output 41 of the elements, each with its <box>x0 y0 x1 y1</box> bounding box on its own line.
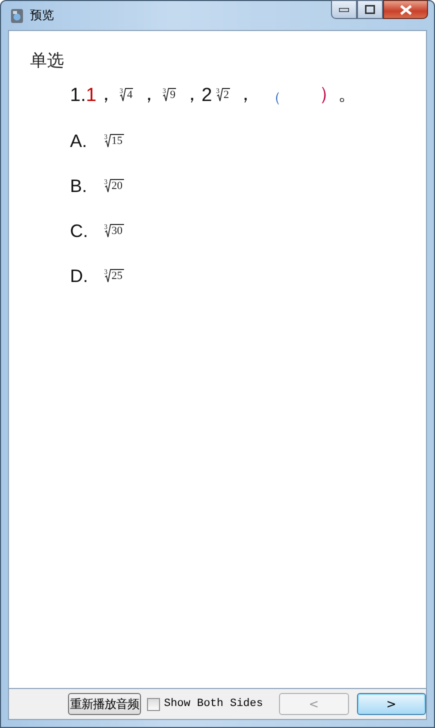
radicand: 9 <box>168 88 176 101</box>
radical-sign-icon <box>104 179 110 193</box>
question-text: ） <box>319 83 338 107</box>
app-icon <box>10 8 24 24</box>
option-label: B. <box>70 176 88 196</box>
radical-sign-icon <box>104 269 110 283</box>
question-type: 单选 <box>30 50 65 72</box>
maximize-button[interactable] <box>357 0 383 19</box>
checkbox-label[interactable]: Show Both Sides <box>164 698 263 710</box>
minimize-button[interactable] <box>331 0 357 19</box>
checkbox[interactable] <box>146 698 160 710</box>
question-text: ， <box>96 83 116 107</box>
question-text: （ <box>267 89 282 107</box>
question-text: ， <box>139 83 158 107</box>
radicand: 20 <box>110 179 124 192</box>
question-text: 1 <box>86 85 96 107</box>
question-text: ， <box>236 83 256 107</box>
radical-sign-icon <box>120 88 126 102</box>
question-text: 。 <box>338 83 358 107</box>
radicand: 25 <box>110 269 124 282</box>
option-label: A. <box>70 130 88 152</box>
radical-sign-icon <box>104 134 110 148</box>
radicand: 2 <box>222 88 230 101</box>
question-text: ， <box>182 83 202 107</box>
radicand: 15 <box>110 134 124 147</box>
replay-audio-button[interactable]: 重新播放音频 <box>68 693 141 715</box>
radical-sign-icon <box>216 88 223 102</box>
radical-sign-icon <box>162 88 169 102</box>
close-icon <box>400 4 412 14</box>
close-button[interactable] <box>383 0 428 19</box>
next-button[interactable]: > <box>356 693 426 715</box>
radicand: 30 <box>110 224 124 237</box>
option-label: D. <box>70 266 89 286</box>
question-text: 2 <box>201 85 212 107</box>
radical-sign-icon <box>104 224 110 238</box>
option-label: C. <box>70 220 89 242</box>
question-text: 1. <box>70 85 86 107</box>
minimize-icon <box>339 8 349 12</box>
radicand: 4 <box>126 88 134 101</box>
maximize-icon <box>365 5 375 14</box>
window-title: 预览 <box>30 7 54 24</box>
